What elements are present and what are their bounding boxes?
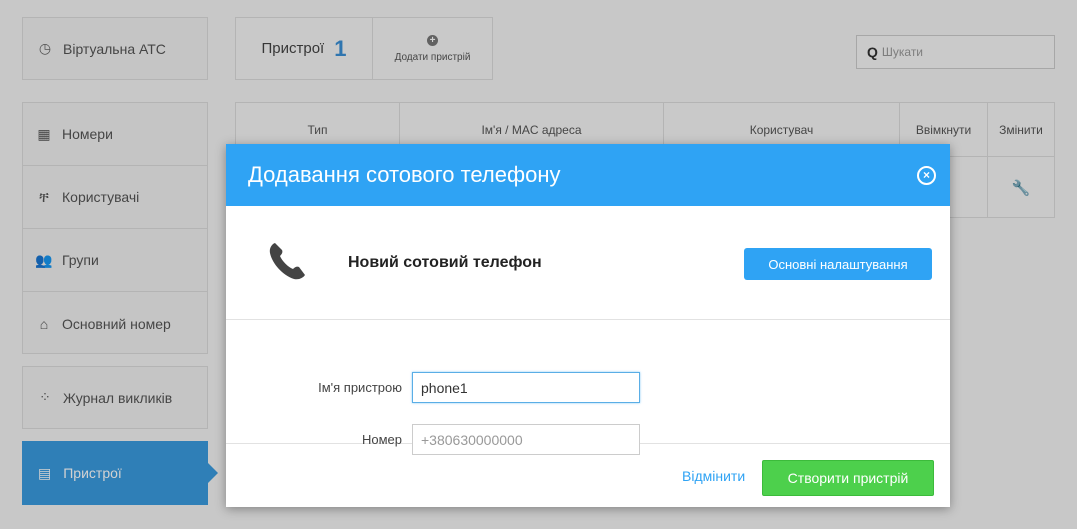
cancel-link[interactable]: Відмінити xyxy=(682,468,745,484)
dialog-info: Новий сотовий телефон Основні налаштуван… xyxy=(226,206,950,320)
device-name-label: Ім'я пристрою xyxy=(318,380,402,395)
phone-icon xyxy=(269,243,305,280)
device-name-input[interactable] xyxy=(412,372,640,403)
basic-settings-button[interactable]: Основні налаштування xyxy=(744,248,932,280)
add-cell-phone-dialog: Додавання сотового телефону × Новий сото… xyxy=(226,144,950,507)
dialog-header: Додавання сотового телефону × xyxy=(226,144,950,206)
new-cell-phone-title: Новий сотовий телефон xyxy=(348,254,542,271)
create-device-button[interactable]: Створити пристрій xyxy=(762,460,934,496)
close-icon[interactable]: × xyxy=(917,166,936,185)
dialog-footer: Відмінити Створити пристрій xyxy=(226,444,950,507)
device-form: Ім'я пристрою Номер xyxy=(226,320,950,455)
dialog-title: Додавання сотового телефону xyxy=(248,162,561,187)
